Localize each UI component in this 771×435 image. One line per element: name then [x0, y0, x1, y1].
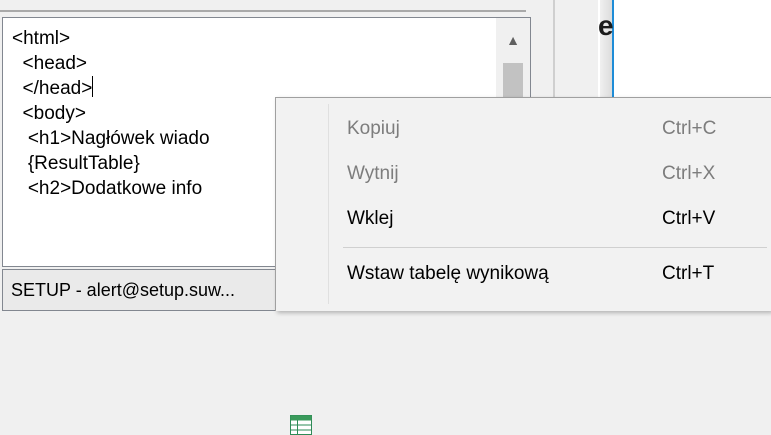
top-divider: [0, 10, 526, 12]
scroll-up-arrow-icon[interactable]: ▲: [496, 28, 530, 52]
code-line: <h1>Nagłówek wiado: [12, 128, 210, 149]
table-icon: [290, 415, 312, 435]
menu-item-label: Kopiuj: [347, 118, 400, 139]
code-line: <h2>Dodatkowe info: [12, 178, 203, 199]
context-menu: Kopiuj Ctrl+C Wytnij Ctrl+X Wklej Ctrl+V…: [275, 97, 771, 435]
menu-item-insert-result-table[interactable]: Wstaw tabelę wynikową Ctrl+T: [276, 253, 770, 435]
code-line: <head>: [12, 53, 88, 74]
menu-separator: [343, 247, 767, 248]
menu-item-paste[interactable]: Wklej Ctrl+V: [276, 198, 770, 240]
menu-item-shortcut: Ctrl+C: [662, 118, 717, 139]
menu-item-shortcut: Ctrl+V: [662, 208, 716, 229]
right-panel-text: e: [598, 10, 614, 41]
menu-item-copy[interactable]: Kopiuj Ctrl+C: [276, 108, 770, 150]
menu-item-cut[interactable]: Wytnij Ctrl+X: [276, 153, 770, 195]
menu-item-label: Wklej: [347, 208, 394, 229]
menu-item-shortcut: Ctrl+T: [662, 263, 715, 284]
menu-item-shortcut: Ctrl+X: [662, 163, 716, 184]
text-caret: [92, 76, 94, 97]
code-line: </head>: [12, 78, 93, 99]
code-line: <html>: [12, 28, 71, 49]
code-line: <body>: [12, 103, 86, 124]
menu-item-label: Wstaw tabelę wynikową: [347, 263, 549, 284]
code-text[interactable]: <html> <head> </head> <body> <h1>Nagłówe…: [12, 26, 210, 201]
status-text: SETUP - alert@setup.suw...: [11, 280, 236, 300]
code-line: {ResultTable}: [12, 153, 140, 174]
menu-item-label: Wytnij: [347, 163, 399, 184]
